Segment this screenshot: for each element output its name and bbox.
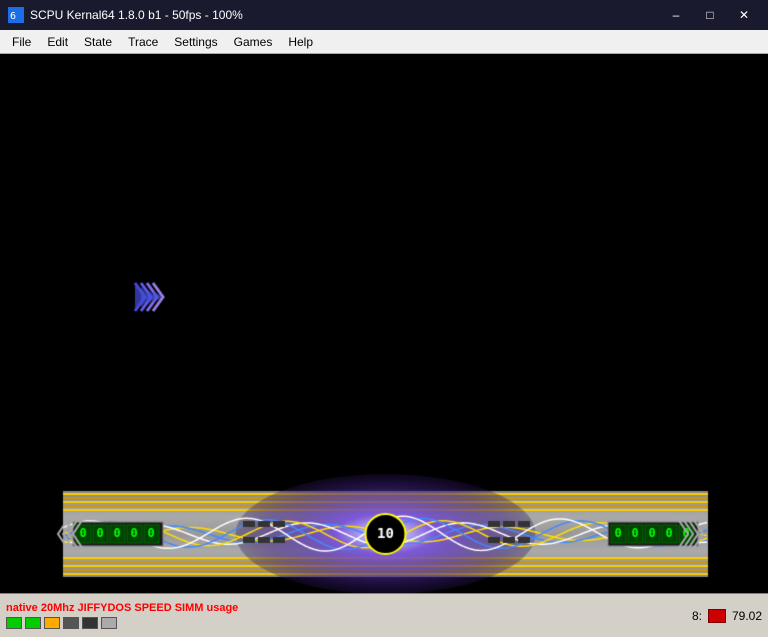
close-button[interactable]: ✕ [728,4,760,26]
titlebar-controls: – □ ✕ [660,4,760,26]
maximize-button[interactable]: □ [694,4,726,26]
dot-6 [101,617,117,629]
statusbar-left: native 20Mhz JIFFYDOS SPEED SIMM usage [6,602,238,629]
dot-1 [6,617,22,629]
titlebar-title: SCPU Kernal64 1.8.0 b1 - 50fps - 100% [30,8,243,22]
minimize-button[interactable]: – [660,4,692,26]
dot-2 [25,617,41,629]
menu-settings[interactable]: Settings [166,30,225,53]
drive-label: 8: [692,609,702,623]
usage-value: 79.02 [732,609,762,623]
menu-state[interactable]: State [76,30,120,53]
menu-file[interactable]: File [4,30,39,53]
menu-games[interactable]: Games [226,30,281,53]
menu-trace[interactable]: Trace [120,30,166,53]
dot-4 [63,617,79,629]
status-dots [6,617,238,629]
menubar: File Edit State Trace Settings Games Hel… [0,30,768,54]
emulator-screen [0,54,768,593]
statusbar-right: 8: 79.02 [692,609,762,623]
dot-3 [44,617,60,629]
status-text: native 20Mhz JIFFYDOS SPEED SIMM usage [6,602,238,614]
titlebar: 6 SCPU Kernal64 1.8.0 b1 - 50fps - 100% … [0,0,768,30]
statusbar: native 20Mhz JIFFYDOS SPEED SIMM usage 8… [0,593,768,637]
emulator-canvas [0,54,768,593]
menu-edit[interactable]: Edit [39,30,76,53]
dot-5 [82,617,98,629]
svg-text:6: 6 [10,11,16,22]
menu-help[interactable]: Help [280,30,321,53]
red-indicator [708,609,726,623]
app-icon: 6 [8,7,24,23]
titlebar-left: 6 SCPU Kernal64 1.8.0 b1 - 50fps - 100% [8,7,243,23]
